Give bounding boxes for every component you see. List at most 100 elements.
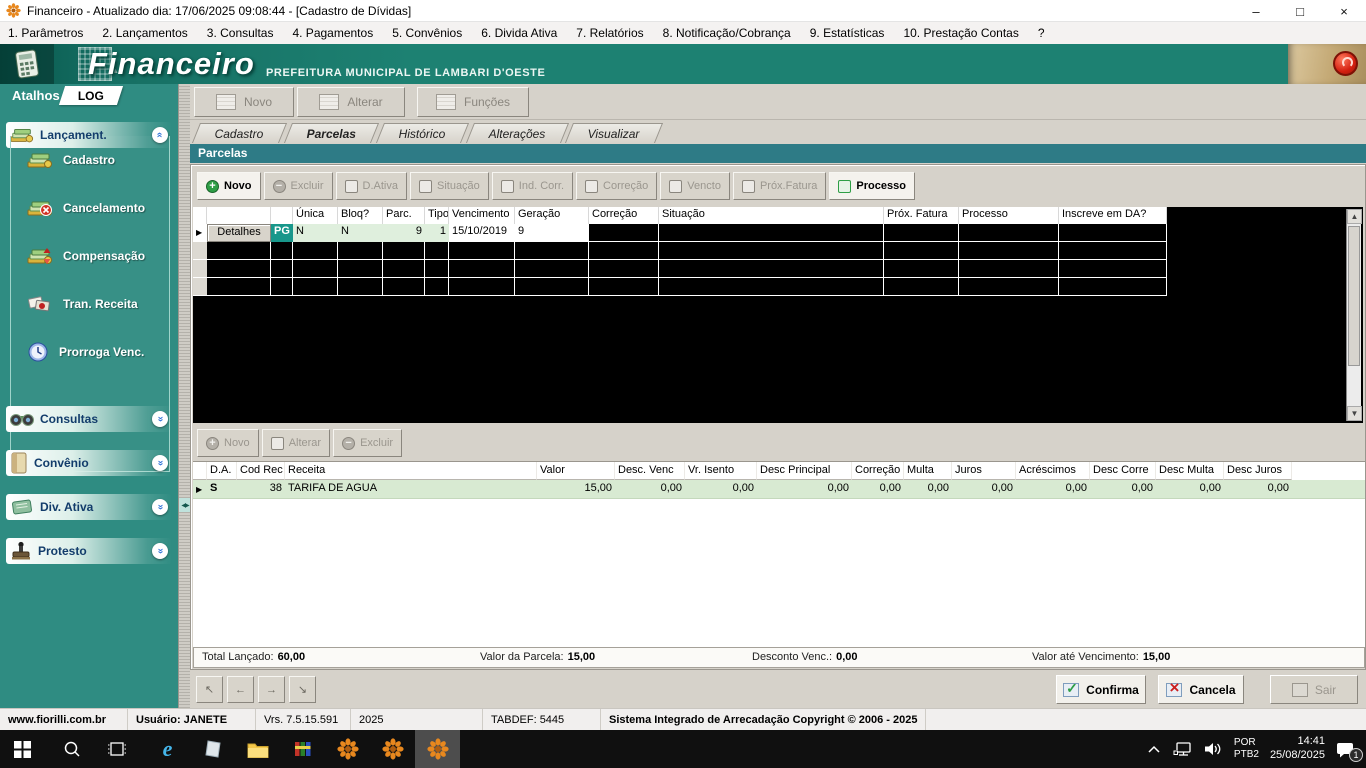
sidebar-group-div-ativa[interactable]: Div. Ativa » bbox=[6, 494, 172, 520]
sidebar-item-compensacao[interactable]: Compensação bbox=[11, 232, 169, 280]
divida-ativa-button[interactable]: D.Ativa bbox=[336, 172, 407, 200]
fiorilli-app-icon[interactable] bbox=[325, 730, 370, 768]
scrollbar-thumb[interactable] bbox=[1348, 226, 1360, 366]
table-row[interactable] bbox=[193, 278, 1363, 296]
log-button[interactable]: LOG bbox=[59, 86, 123, 105]
situacao-button[interactable]: Situação bbox=[410, 172, 489, 200]
tab-alteracoes[interactable]: Alterações bbox=[466, 123, 569, 143]
menu-item[interactable]: 7. Relatórios bbox=[576, 26, 643, 40]
novo-receita-button[interactable]: +Novo bbox=[197, 429, 259, 457]
search-icon[interactable] bbox=[49, 730, 94, 768]
column-header[interactable] bbox=[271, 207, 293, 224]
table-row[interactable] bbox=[193, 242, 1363, 260]
menu-item[interactable]: 4. Pagamentos bbox=[292, 26, 373, 40]
column-header[interactable]: Tipo bbox=[425, 207, 449, 224]
sidebar-item-cancelamento[interactable]: Cancelamento bbox=[11, 184, 169, 232]
notification-center-icon[interactable]: 1 bbox=[1336, 741, 1356, 758]
menu-item[interactable]: 1. Parâmetros bbox=[8, 26, 83, 40]
detalhes-button[interactable]: Detalhes bbox=[207, 224, 271, 242]
prox-fatura-button[interactable]: Próx.Fatura bbox=[733, 172, 826, 200]
expand-button[interactable]: » bbox=[152, 543, 168, 559]
column-header[interactable]: Desc. Venc bbox=[615, 462, 685, 480]
column-header[interactable]: Desc Juros bbox=[1224, 462, 1292, 480]
clock[interactable]: 14:41 25/08/2025 bbox=[1270, 735, 1325, 763]
alterar-toolbar-button[interactable]: Alterar bbox=[297, 87, 405, 117]
file-explorer-icon[interactable] bbox=[235, 730, 280, 768]
fiorilli-app-icon[interactable] bbox=[370, 730, 415, 768]
menu-item[interactable]: 8. Notificação/Cobrança bbox=[663, 26, 791, 40]
cancela-button[interactable]: Cancela bbox=[1158, 675, 1244, 704]
language-indicator[interactable]: POR PTB2 bbox=[1234, 737, 1259, 762]
tab-historico[interactable]: Histórico bbox=[376, 123, 469, 143]
column-header[interactable]: Vencimento bbox=[449, 207, 515, 224]
menu-item[interactable]: 9. Estatísticas bbox=[810, 26, 885, 40]
expand-button[interactable]: » bbox=[152, 455, 168, 471]
column-header[interactable] bbox=[193, 462, 207, 480]
column-header[interactable]: Multa bbox=[904, 462, 952, 480]
sidebar-splitter[interactable]: ◀▶ bbox=[178, 84, 190, 708]
menu-item[interactable]: 3. Consultas bbox=[207, 26, 274, 40]
table-row[interactable]: ▶S38TARIFA DE AGUA15,000,000,000,000,000… bbox=[193, 480, 1365, 499]
scroll-down-arrow[interactable]: ▼ bbox=[1347, 406, 1362, 421]
sidebar-item-tran-receita[interactable]: Tran. Receita bbox=[11, 280, 169, 328]
exit-power-button[interactable] bbox=[1333, 51, 1358, 76]
table-row[interactable] bbox=[193, 260, 1363, 278]
winrar-icon[interactable] bbox=[280, 730, 325, 768]
excluir-receita-button[interactable]: −Excluir bbox=[333, 429, 402, 457]
network-icon[interactable] bbox=[1173, 741, 1193, 757]
tray-chevron-icon[interactable] bbox=[1146, 744, 1162, 754]
vertical-scrollbar[interactable]: ▲ ▼ bbox=[1346, 209, 1361, 421]
column-header[interactable] bbox=[207, 207, 271, 224]
menu-item[interactable]: 2. Lançamentos bbox=[102, 26, 187, 40]
menu-item[interactable]: 5. Convênios bbox=[392, 26, 462, 40]
correcao-button[interactable]: Correção bbox=[576, 172, 657, 200]
column-header[interactable]: Correção bbox=[852, 462, 904, 480]
close-button[interactable]: × bbox=[1322, 0, 1366, 22]
sidebar-item-cadastro[interactable]: Cadastro bbox=[11, 136, 169, 184]
speaker-icon[interactable] bbox=[1204, 741, 1223, 757]
minimize-button[interactable]: – bbox=[1234, 0, 1278, 22]
previous-record-button[interactable]: ← bbox=[227, 676, 254, 703]
column-header[interactable]: Geração bbox=[515, 207, 589, 224]
excluir-parcela-button[interactable]: −Excluir bbox=[264, 172, 333, 200]
column-header[interactable]: Correção bbox=[589, 207, 659, 224]
column-header[interactable]: Processo bbox=[959, 207, 1059, 224]
column-header[interactable]: Vr. Isento bbox=[685, 462, 757, 480]
column-header[interactable]: D.A. bbox=[207, 462, 237, 480]
tab-visualizar[interactable]: Visualizar bbox=[565, 123, 663, 143]
column-header[interactable]: Desc Multa bbox=[1156, 462, 1224, 480]
column-header[interactable]: Valor bbox=[537, 462, 615, 480]
fiorilli-app-icon-active[interactable] bbox=[415, 730, 460, 768]
novo-toolbar-button[interactable]: Novo bbox=[194, 87, 294, 117]
column-header[interactable]: Juros bbox=[952, 462, 1016, 480]
maximize-button[interactable]: □ bbox=[1278, 0, 1322, 22]
novo-parcela-button[interactable]: +Novo bbox=[197, 172, 261, 200]
vencto-button[interactable]: Vencto bbox=[660, 172, 730, 200]
column-header[interactable]: Próx. Fatura bbox=[884, 207, 959, 224]
tab-cadastro[interactable]: Cadastro bbox=[192, 123, 287, 143]
task-view-icon[interactable] bbox=[94, 730, 139, 768]
column-header[interactable]: Parc. bbox=[383, 207, 425, 224]
confirma-button[interactable]: Confirma bbox=[1056, 675, 1146, 704]
notepad-app-icon[interactable] bbox=[190, 730, 235, 768]
internet-explorer-icon[interactable]: e bbox=[145, 730, 190, 768]
start-button[interactable] bbox=[0, 730, 45, 768]
sidebar-group-protesto[interactable]: Protesto » bbox=[6, 538, 172, 564]
menu-item[interactable]: 10. Prestação Contas bbox=[903, 26, 1018, 40]
indice-correcao-button[interactable]: Ind. Corr. bbox=[492, 172, 573, 200]
table-row[interactable]: ▶DetalhesPGNN9115/10/20199 bbox=[193, 224, 1363, 242]
alterar-receita-button[interactable]: Alterar bbox=[262, 429, 330, 457]
column-header[interactable]: Situação bbox=[659, 207, 884, 224]
sidebar-group-consultas[interactable]: Consultas » bbox=[6, 406, 172, 432]
sair-button[interactable]: Sair bbox=[1270, 675, 1358, 704]
processo-button[interactable]: Processo bbox=[829, 172, 915, 200]
column-header[interactable] bbox=[193, 207, 207, 224]
tab-parcelas[interactable]: Parcelas bbox=[284, 123, 379, 143]
column-header[interactable]: Desc Principal bbox=[757, 462, 852, 480]
expand-button[interactable]: » bbox=[152, 411, 168, 427]
column-header[interactable]: Bloq? bbox=[338, 207, 383, 224]
column-header[interactable]: Receita bbox=[285, 462, 537, 480]
menu-item[interactable]: 6. Divida Ativa bbox=[481, 26, 557, 40]
scroll-up-arrow[interactable]: ▲ bbox=[1347, 209, 1362, 224]
expand-button[interactable]: » bbox=[152, 499, 168, 515]
